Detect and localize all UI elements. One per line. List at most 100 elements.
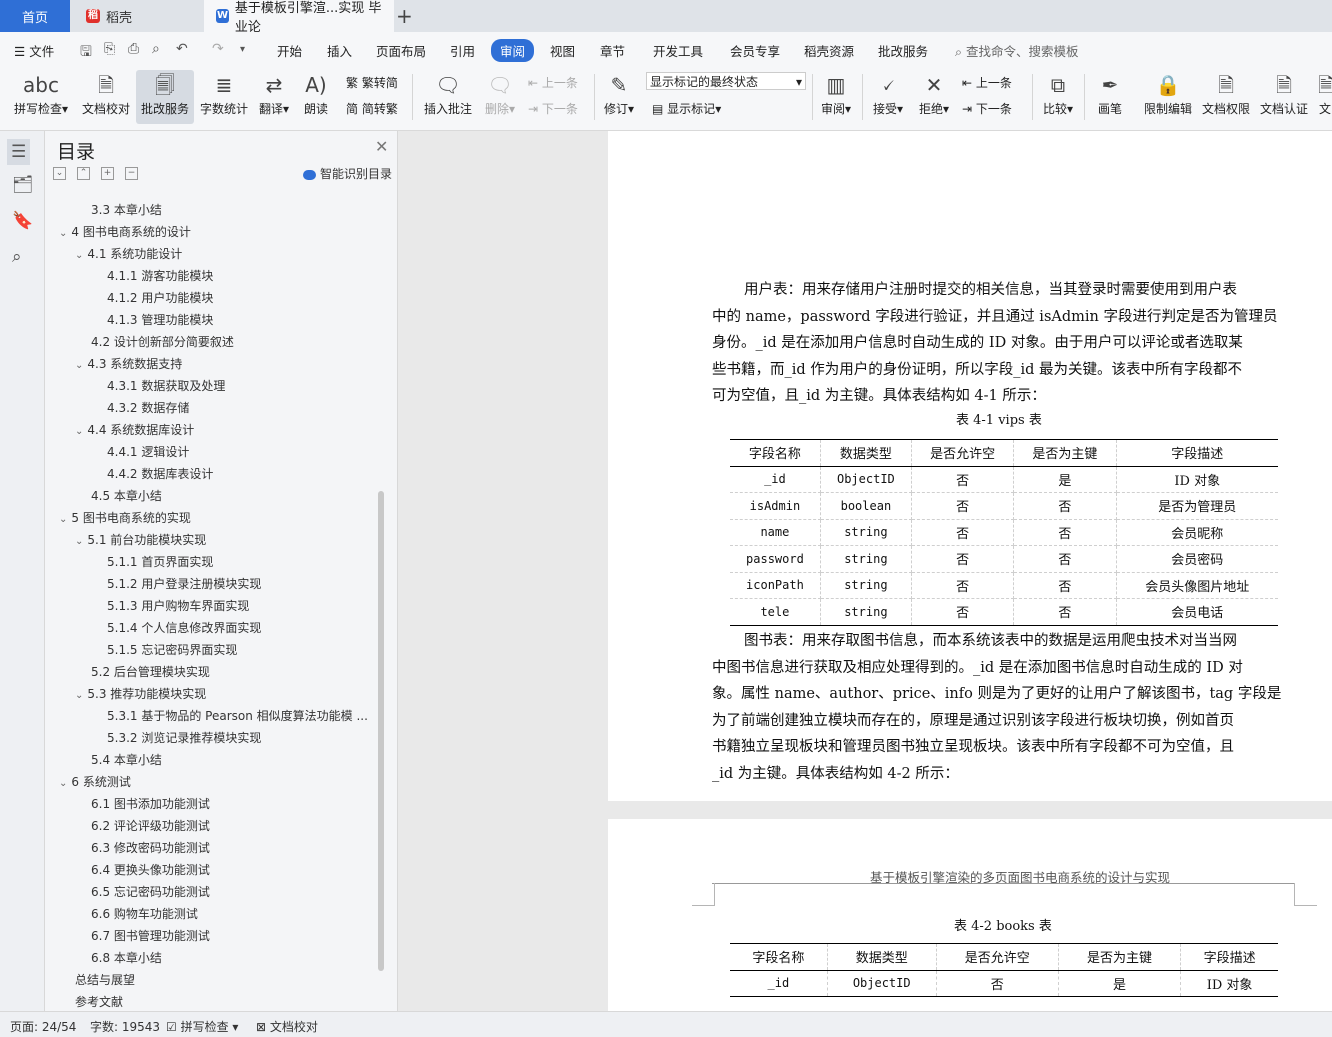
ribbon-overflow-button[interactable]: 🗎 文 [1318,70,1332,124]
remove-heading-icon[interactable]: − [125,167,138,180]
toc-item[interactable]: 6.3 修改密码功能测试 [91,839,210,856]
toc-scrollbar[interactable] [378,491,384,971]
menu-review[interactable]: 审阅 [491,39,535,62]
menu-file[interactable]: ☰ 文件 [14,41,54,60]
chevron-down-icon[interactable]: ⌄ [75,536,83,547]
quick-access-more-icon[interactable]: ▾ [240,44,245,55]
toc-item[interactable]: 4.2 设计创新部分简要叙述 [91,333,234,350]
toc-item[interactable]: ⌄ 4.4 系统数据库设计 [75,421,194,438]
doc-permission-button[interactable]: 🗎 文档权限 [1198,70,1254,124]
chevron-down-icon[interactable]: ⌄ [75,690,83,701]
toc-item[interactable]: ⌄ 5 图书电商系统的实现 [59,509,191,526]
menu-daoke-resources[interactable]: 稻壳资源 [804,41,854,60]
chevron-down-icon[interactable]: ⌄ [59,778,67,789]
toc-item[interactable]: 5.1.3 用户购物车界面实现 [107,597,249,614]
export-pdf-icon[interactable]: ⎘ [104,41,115,57]
show-markup-button[interactable]: ▤ 显示标记▾ [652,100,721,117]
trad-to-simp-button[interactable]: 繁 繁转简 [346,74,398,91]
menu-view[interactable]: 视图 [550,41,575,60]
toc-item[interactable]: 5.3.1 基于物品的 Pearson 相似度算法功能模 ... [107,707,368,724]
next-comment-button[interactable]: ⇥ 下一条 [528,100,578,117]
next-change-button[interactable]: ⇥ 下一条 [962,100,1012,117]
menu-start[interactable]: 开始 [277,41,302,60]
undo-icon[interactable]: ↶ [176,41,188,57]
bookmark-icon[interactable]: 🔖 [12,211,33,231]
toc-item[interactable]: 6.4 更换头像功能测试 [91,861,210,878]
restrict-edit-button[interactable]: 🔒 限制编辑 [1140,70,1196,124]
search-icon[interactable]: ⌕ [12,247,22,267]
chevron-down-icon[interactable]: ⌄ [75,360,83,371]
menu-insert[interactable]: 插入 [327,41,352,60]
prev-comment-button[interactable]: ⇤ 上一条 [528,74,578,91]
smart-toc-button[interactable]: 智能识别目录 [303,165,392,182]
collapse-all-icon[interactable]: ⌄ [53,167,66,180]
toc-item[interactable]: 5.1.4 个人信息修改界面实现 [107,619,261,636]
toc-item[interactable]: 6.5 忘记密码功能测试 [91,883,210,900]
close-icon[interactable]: ✕ [375,137,388,156]
pen-button[interactable]: ✒ 画笔 [1090,70,1130,124]
print-icon[interactable]: ⎙ [128,41,139,57]
toc-item[interactable]: 6.2 评论评级功能测试 [91,817,210,834]
toc-item[interactable]: 参考文献 [75,993,123,1010]
toc-item[interactable]: ⌄ 4.3 系统数据支持 [75,355,182,372]
chevron-down-icon[interactable]: ⌄ [59,228,67,239]
expand-up-icon[interactable]: ⌃ [77,167,90,180]
new-tab-button[interactable]: + [396,4,413,28]
review-pane-button[interactable]: ▥ 审阅▾ [816,70,856,124]
compare-button[interactable]: ⧉ 比较▾ [1038,70,1078,124]
toc-item[interactable]: ⌄ 4.1 系统功能设计 [75,245,182,262]
toc-item[interactable]: 6.6 购物车功能测试 [91,905,198,922]
print-preview-icon[interactable]: ⌕ [152,41,160,57]
toc-item[interactable]: 4.4.1 逻辑设计 [107,443,189,460]
command-search[interactable]: ⌕ 查找命令、搜索模板 [955,41,1079,60]
toc-item[interactable]: 5.1.1 首页界面实现 [107,553,213,570]
tab-daoke[interactable]: 稻 稻壳 [72,0,202,32]
toc-item[interactable]: 4.3.1 数据获取及处理 [107,377,225,394]
save-icon[interactable]: 🖫 [80,41,92,65]
status-proofread[interactable]: ⊠ 文档校对 [256,1018,318,1035]
toc-icon[interactable]: ☰ [7,139,31,165]
review-service-button[interactable]: 🗐 批改服务 [136,70,194,124]
toc-item[interactable]: 4.3.2 数据存储 [107,399,189,416]
toc-item[interactable]: 4.5 本章小结 [91,487,162,504]
redo-icon[interactable]: ↷ [212,41,224,57]
toc-item[interactable]: 5.3.2 浏览记录推荐模块实现 [107,729,261,746]
toc-item[interactable]: 总结与展望 [75,971,135,988]
toc-item[interactable]: ⌄ 5.3 推荐功能模块实现 [75,685,206,702]
tab-home[interactable]: 首页 [0,0,70,32]
toc-item[interactable]: 5.1.2 用户登录注册模块实现 [107,575,261,592]
menu-reference[interactable]: 引用 [450,41,475,60]
spell-check-button[interactable]: abc 拼写检查▾ [8,70,74,124]
toc-item[interactable]: ⌄ 5.1 前台功能模块实现 [75,531,206,548]
simp-to-trad-button[interactable]: 简 简转繁 [346,100,398,117]
chevron-down-icon[interactable]: ⌄ [75,426,83,437]
toc-item[interactable]: 4.4.2 数据库表设计 [107,465,213,482]
toc-item[interactable]: 4.1.2 用户功能模块 [107,289,213,306]
doc-check-button[interactable]: 🗎 文档校对 [78,70,134,124]
delete-comment-button[interactable]: 🗨 删除▾ [480,70,520,124]
read-aloud-button[interactable]: A) 朗读 [298,70,334,124]
status-spell-check[interactable]: ☑ 拼写检查 ▾ [166,1018,238,1035]
toc-item[interactable]: ⌄ 4 图书电商系统的设计 [59,223,191,240]
toc-item[interactable]: 6.7 图书管理功能测试 [91,927,210,944]
prev-change-button[interactable]: ⇤ 上一条 [962,74,1012,91]
accept-button[interactable]: 🗸 接受▾ [868,70,908,124]
translate-button[interactable]: ⇄ 翻译▾ [254,70,294,124]
menu-section[interactable]: 章节 [600,41,625,60]
toc-item[interactable]: 5.2 后台管理模块实现 [91,663,210,680]
add-heading-icon[interactable]: + [101,167,114,180]
doc-cert-button[interactable]: 🗎 文档认证 [1256,70,1312,124]
track-changes-button[interactable]: ✎ 修订▾ [600,70,638,124]
menu-page-layout[interactable]: 页面布局 [376,41,426,60]
chevron-down-icon[interactable]: ⌄ [75,250,83,261]
toc-item[interactable]: 6.1 图书添加功能测试 [91,795,210,812]
markup-state-select[interactable]: 显示标记的最终状态 ▾ [646,72,806,90]
menu-dev-tools[interactable]: 开发工具 [653,41,703,60]
toc-item[interactable]: 5.4 本章小结 [91,751,162,768]
tab-document[interactable]: W 基于模板引擎渲...实现 毕业论 [204,0,394,35]
page-indicator[interactable]: 页面: 24/54 [10,1018,76,1035]
insert-comment-button[interactable]: 🗨 插入批注 [420,70,476,124]
reject-button[interactable]: ✕ 拒绝▾ [914,70,954,124]
menu-member[interactable]: 会员专享 [730,41,780,60]
chevron-down-icon[interactable]: ⌄ [59,514,67,525]
